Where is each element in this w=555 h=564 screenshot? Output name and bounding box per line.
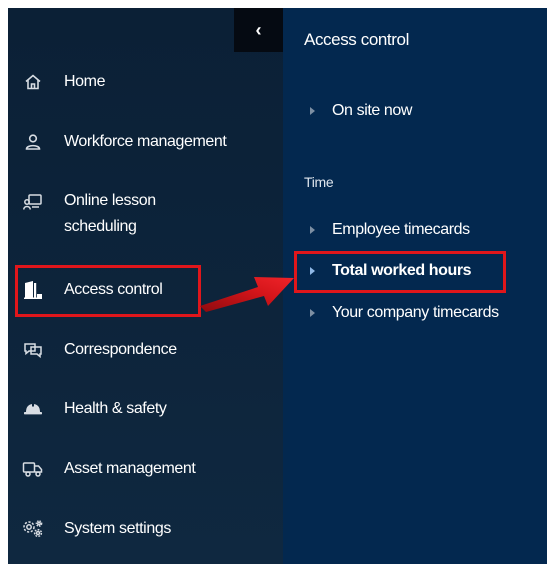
annotation-highlight-access-control bbox=[15, 265, 201, 317]
annotation-highlight-total-worked-hours bbox=[294, 251, 506, 293]
panel-title: Access control bbox=[304, 30, 409, 49]
caret-right-icon bbox=[310, 107, 315, 115]
hard-hat-icon bbox=[22, 398, 44, 420]
section-label-time: Time bbox=[304, 174, 334, 190]
home-icon bbox=[22, 71, 44, 93]
caret-right-icon bbox=[310, 309, 315, 317]
sidebar-item-label: Correspondence bbox=[64, 341, 177, 358]
sidebar-item-label: Health & safety bbox=[64, 400, 167, 417]
sidebar-item-label-line1: Online lesson bbox=[64, 192, 156, 209]
chat-icon bbox=[22, 339, 44, 361]
sidebar-item-label: System settings bbox=[64, 520, 171, 537]
sidebar-item-health-safety[interactable]: Health & safety bbox=[8, 396, 283, 422]
sidebar-item-asset-management[interactable]: Asset management bbox=[8, 456, 283, 482]
submenu-item-label: On site now bbox=[332, 102, 413, 119]
submenu-item-label: Your company timecards bbox=[332, 304, 499, 321]
collapse-sidebar-button[interactable]: ‹ bbox=[234, 8, 283, 52]
annotation-arrow bbox=[200, 277, 294, 312]
sidebar-item-label: Asset management bbox=[64, 460, 196, 477]
sidebar-item-label-line2: scheduling bbox=[64, 218, 137, 235]
sidebar-item-workforce-management[interactable]: Workforce management bbox=[8, 129, 283, 155]
submenu-item-label: Employee timecards bbox=[332, 221, 470, 238]
sidebar-item-home[interactable]: Home bbox=[8, 69, 283, 95]
gears-icon bbox=[22, 518, 44, 540]
sidebar-item-label: Workforce management bbox=[64, 133, 227, 150]
sidebar-item-online-lesson-scheduling[interactable]: Online lesson scheduling bbox=[8, 188, 283, 240]
chevron-left-icon: ‹ bbox=[255, 19, 262, 40]
lesson-icon bbox=[22, 191, 44, 213]
submenu-item-on-site-now[interactable]: On site now bbox=[304, 102, 412, 120]
sidebar-item-system-settings[interactable]: System settings bbox=[8, 516, 283, 542]
truck-icon bbox=[22, 458, 44, 480]
sidebar-item-correspondence[interactable]: Correspondence bbox=[8, 337, 283, 363]
sidebar-item-label: Home bbox=[64, 73, 106, 90]
user-icon bbox=[22, 131, 44, 153]
submenu-item-your-company-timecards[interactable]: Your company timecards bbox=[304, 304, 499, 322]
submenu-item-employee-timecards[interactable]: Employee timecards bbox=[304, 221, 470, 239]
caret-right-icon bbox=[310, 226, 315, 234]
app-frame: ‹ Home Workforce management Online lesso… bbox=[8, 8, 547, 564]
